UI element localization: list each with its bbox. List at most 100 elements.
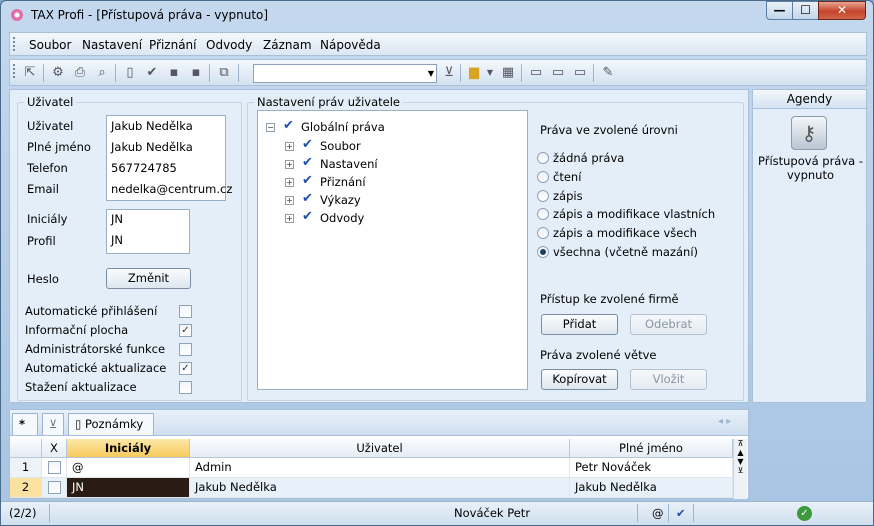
row-checkbox[interactable]: [48, 461, 61, 474]
autoupdate-checkbox[interactable]: ✓: [179, 362, 192, 375]
download-checkbox[interactable]: [179, 381, 192, 394]
tree-node-nastaveni[interactable]: Nastavení: [320, 157, 378, 171]
tree-node-priznani[interactable]: Přiznání: [320, 175, 366, 189]
tree-node-soubor[interactable]: Soubor: [320, 139, 361, 153]
infoarea-checkbox[interactable]: ✓: [179, 324, 192, 337]
rights-tree[interactable]: − ✔ Globální práva + ✔ Soubor + ✔ Nastav…: [257, 110, 528, 390]
remove-button[interactable]: Odebrat: [630, 314, 707, 335]
close-button[interactable]: ✕: [818, 1, 866, 20]
new-icon[interactable]: ▯: [122, 65, 138, 81]
row-number[interactable]: 1: [10, 458, 42, 478]
menu-soubor[interactable]: Soubor: [29, 38, 71, 52]
window-icon-2[interactable]: ▭: [550, 65, 566, 81]
autologin-checkbox[interactable]: [179, 305, 192, 318]
scroll-bottom-icon[interactable]: ⊻: [734, 466, 747, 475]
tree-expand-icon[interactable]: +: [285, 196, 294, 205]
toolbar-combo[interactable]: ▼: [253, 64, 437, 83]
tab-notes[interactable]: ▯ Poznámky: [68, 413, 154, 435]
table-cell-initials[interactable]: JN: [67, 478, 190, 498]
table-cell-fullname[interactable]: Petr Nováček: [570, 458, 733, 478]
tree-expand-icon[interactable]: +: [285, 214, 294, 223]
menu-priznani[interactable]: Přiznání: [149, 38, 197, 52]
check-icon[interactable]: ✔: [302, 191, 313, 206]
table-cell-user[interactable]: Admin: [190, 458, 570, 478]
level-radio-modify-all[interactable]: [537, 227, 549, 239]
toolbar-grip-icon[interactable]: [13, 64, 16, 78]
table-cell-user[interactable]: Jakub Nedělka: [190, 478, 570, 498]
tab-scroll-arrows-icon[interactable]: ◂ ▸: [718, 416, 731, 427]
initials-field[interactable]: JN: [111, 212, 123, 226]
calculator-icon[interactable]: ▦: [500, 65, 516, 81]
tree-expand-icon[interactable]: +: [285, 142, 294, 151]
minimize-button[interactable]: —: [766, 1, 793, 20]
window-icon-3[interactable]: ▭: [572, 65, 588, 81]
column-header-fullname[interactable]: Plné jméno: [570, 439, 733, 458]
row-number[interactable]: 2: [10, 478, 42, 498]
check-icon[interactable]: ✔: [302, 209, 313, 224]
print-icon[interactable]: ⎙: [72, 65, 88, 81]
keys-icon[interactable]: ⚷: [791, 116, 827, 150]
tree-expand-icon[interactable]: +: [285, 178, 294, 187]
level-radio-modify-own[interactable]: [537, 208, 549, 220]
settings-tool-icon[interactable]: ✎: [600, 65, 616, 81]
menu-napoveda[interactable]: Nápověda: [320, 38, 381, 52]
check-icon[interactable]: ✔: [302, 155, 313, 170]
copy-button[interactable]: Kopírovat: [541, 369, 618, 390]
phone-field[interactable]: 567724785: [111, 161, 177, 175]
tree-collapse-icon[interactable]: −: [266, 123, 275, 132]
table-cell-initials[interactable]: @: [67, 458, 190, 478]
table-cell-fullname[interactable]: Jakub Nedělka: [570, 478, 733, 498]
tree-node-odvody[interactable]: Odvody: [320, 211, 364, 225]
level-radio-none[interactable]: [537, 152, 549, 164]
confirm-icon[interactable]: ✔: [144, 65, 160, 81]
tree-root[interactable]: Globální práva: [301, 120, 385, 134]
tab-star[interactable]: *: [12, 413, 38, 435]
exit-icon[interactable]: ⇱: [22, 65, 38, 81]
email-field[interactable]: nedelka@centrum.cz: [111, 182, 232, 196]
row-checkbox[interactable]: [48, 481, 61, 494]
add-button[interactable]: Přidat: [541, 314, 618, 335]
column-header-x[interactable]: X: [42, 439, 67, 458]
preview-icon[interactable]: ⌕: [94, 65, 110, 81]
folder-icon[interactable]: ▆: [466, 65, 482, 81]
fullname-field[interactable]: Jakub Nedělka: [111, 140, 193, 154]
scroll-up-icon[interactable]: ▲: [734, 448, 747, 457]
email-label: Email: [27, 182, 59, 196]
level-radio-all[interactable]: [537, 246, 549, 258]
folder-dropdown-icon[interactable]: ▼: [482, 65, 498, 81]
level-radio-read[interactable]: [537, 171, 549, 183]
user-field[interactable]: Jakub Nedělka: [111, 119, 193, 133]
menu-zaznam[interactable]: Záznam: [263, 38, 312, 52]
profile-field[interactable]: JN: [111, 233, 123, 247]
filter-tab-icon[interactable]: ⊻: [42, 413, 64, 435]
change-password-button[interactable]: Změnit: [106, 268, 191, 289]
check-icon[interactable]: ✔: [302, 137, 313, 152]
copy-icon[interactable]: ⧉: [216, 65, 232, 81]
scroll-down-icon[interactable]: ▼: [734, 457, 747, 466]
grid-scrollbar[interactable]: ⊼ ▲ ▼ ⊻: [733, 439, 747, 499]
paste-button[interactable]: Vložit: [630, 369, 707, 390]
check-icon[interactable]: ✔: [302, 173, 313, 188]
menu-odvody[interactable]: Odvody: [206, 38, 252, 52]
tab-notes-label: Poznámky: [84, 417, 144, 431]
maximize-button[interactable]: ☐: [792, 1, 819, 20]
save-icon[interactable]: ▪: [166, 65, 182, 81]
scroll-top-icon[interactable]: ⊼: [734, 439, 747, 448]
menu-nastaveni[interactable]: Nastavení: [82, 38, 142, 52]
check-icon[interactable]: ✔: [283, 118, 294, 133]
admin-checkbox[interactable]: [179, 343, 192, 356]
filter-icon[interactable]: ⊻: [441, 65, 457, 81]
firm-access-title: Přístup ke zvolené firmě: [540, 292, 679, 306]
window-icon-1[interactable]: ▭: [528, 65, 544, 81]
phone-label: Telefon: [27, 161, 68, 175]
tree-expand-icon[interactable]: +: [285, 160, 294, 169]
level-radio-write[interactable]: [537, 190, 549, 202]
menu-bar: Soubor Nastavení Přiznání Odvody Záznam …: [9, 32, 867, 56]
agendy-item-label[interactable]: Přístupová práva - vypnuto: [755, 154, 866, 182]
tree-node-vykazy[interactable]: Výkazy: [320, 193, 361, 207]
save-all-icon[interactable]: ▪: [188, 65, 204, 81]
column-header-user[interactable]: Uživatel: [190, 439, 570, 458]
firm-icon[interactable]: ⚙: [50, 65, 66, 81]
menu-grip-icon[interactable]: [13, 37, 16, 51]
column-header-initials[interactable]: Iniciály: [67, 439, 190, 458]
